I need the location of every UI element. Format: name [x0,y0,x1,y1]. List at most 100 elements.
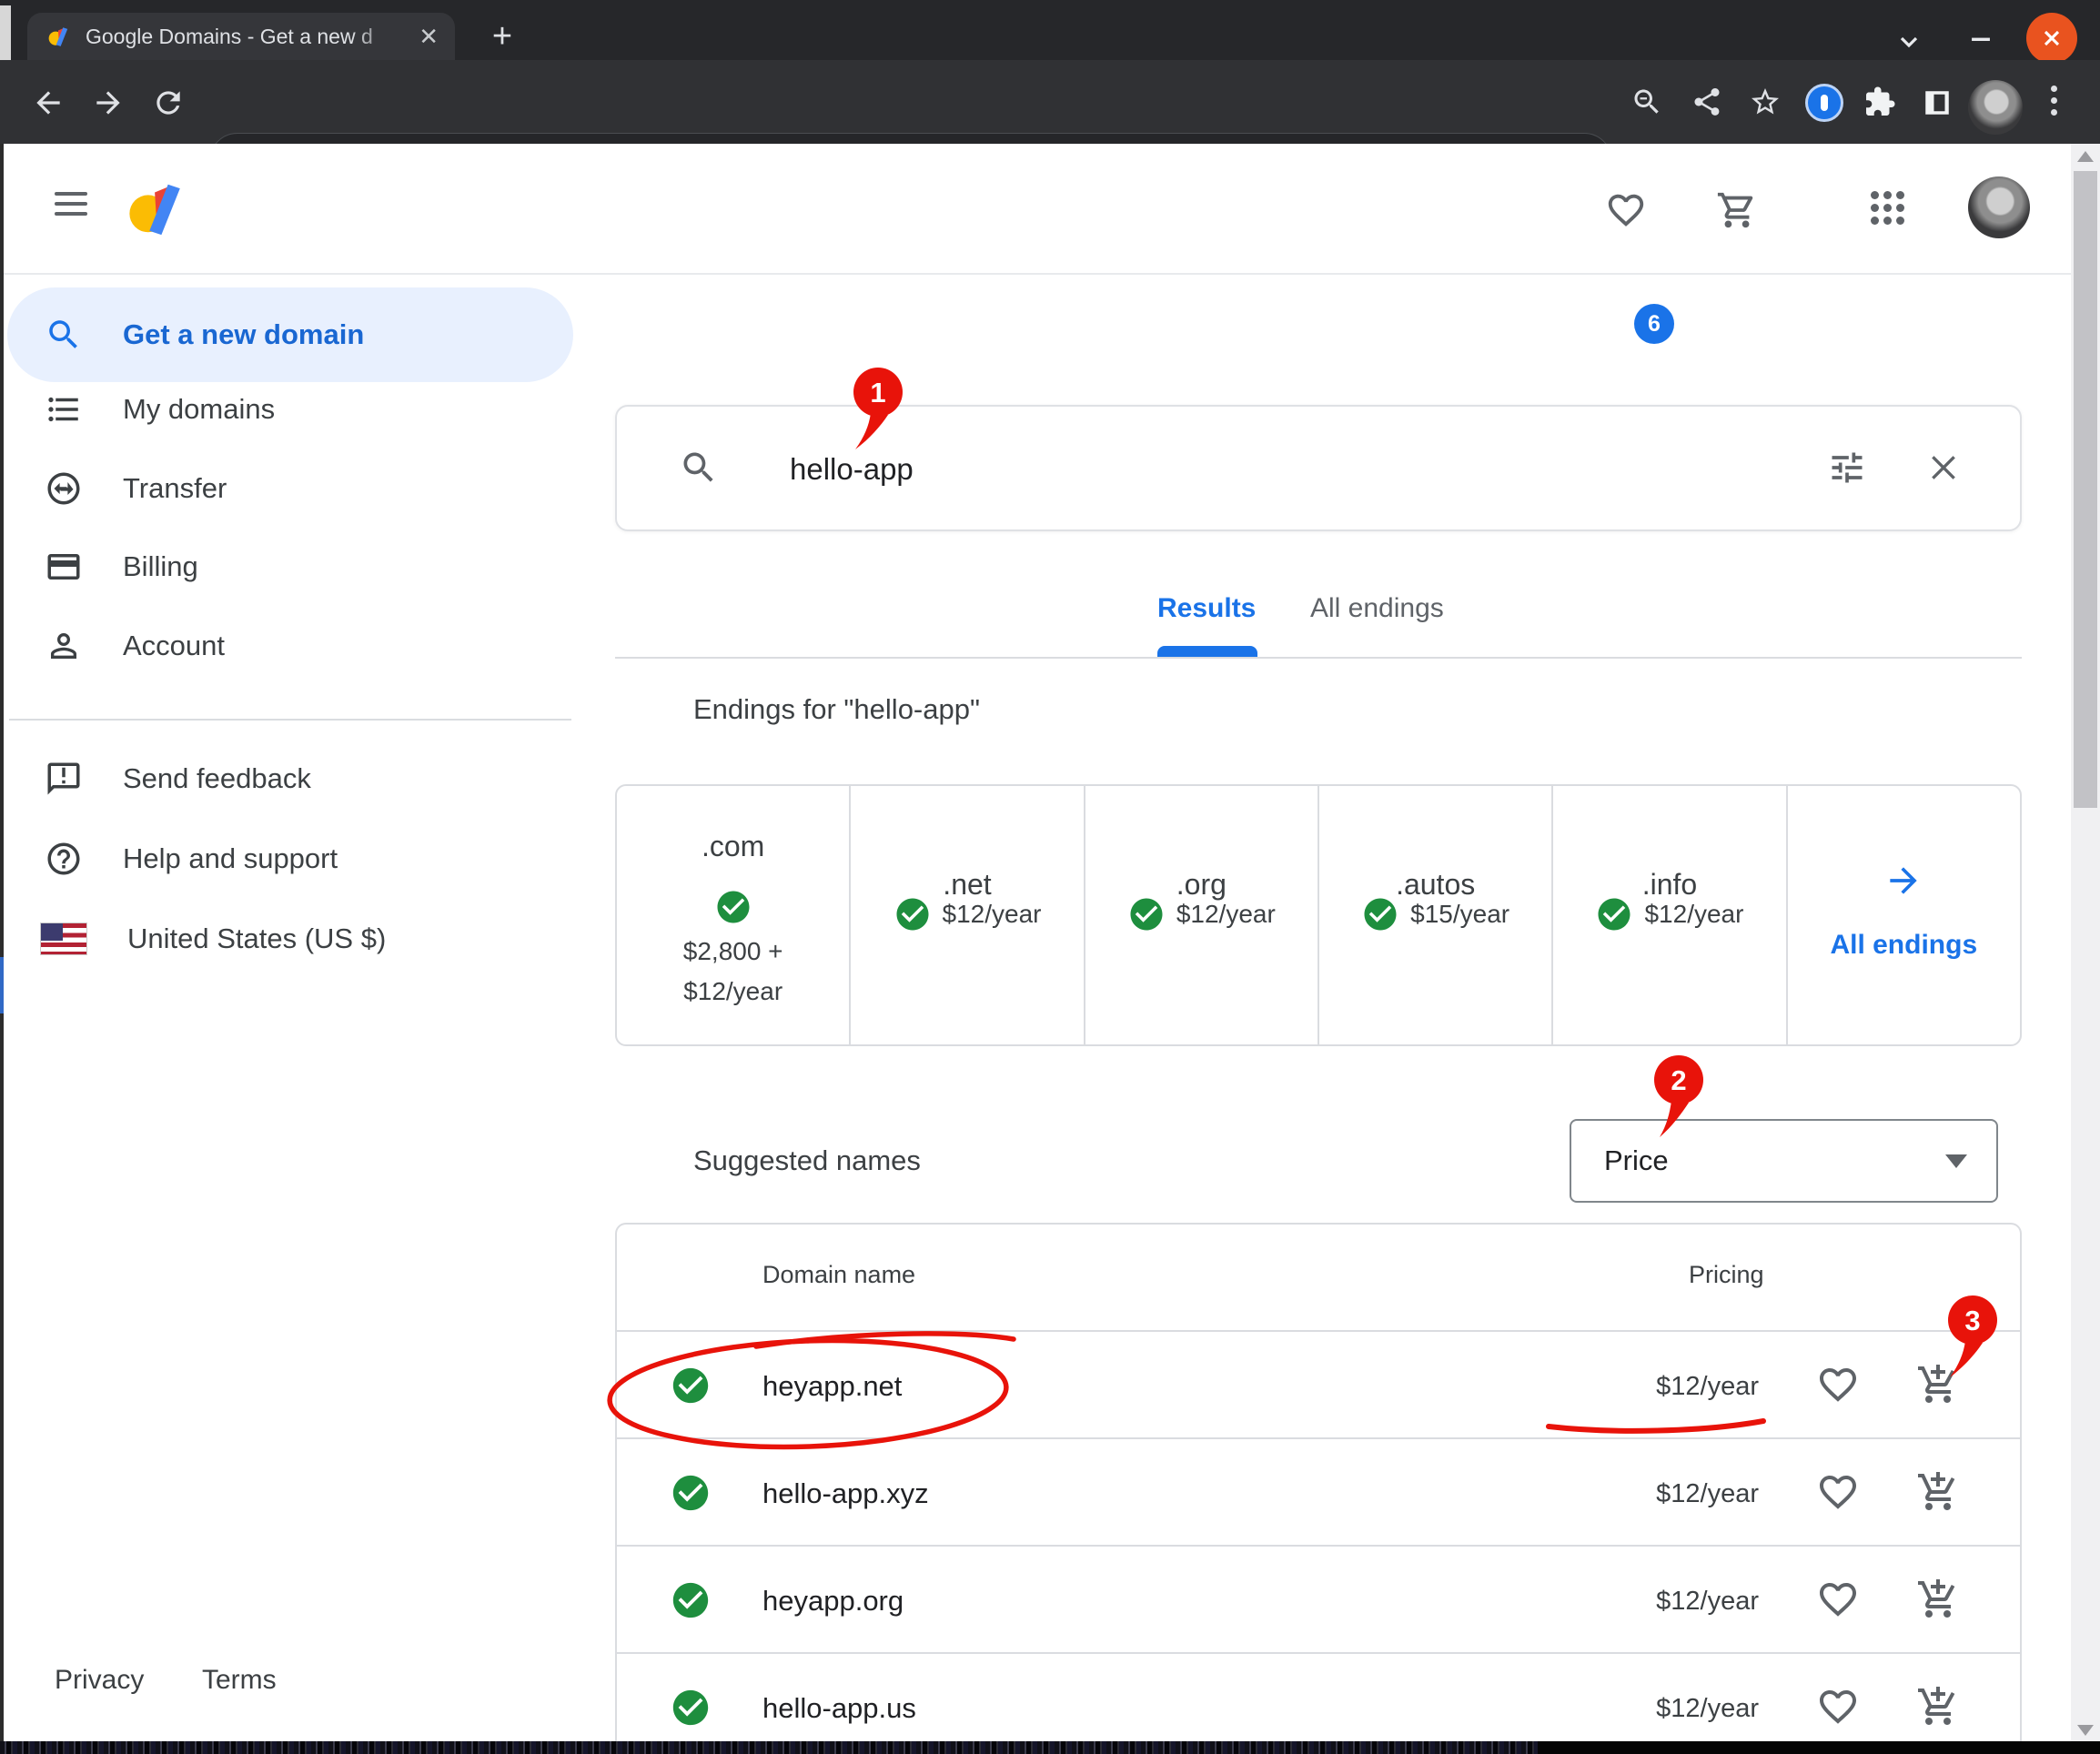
sidebar-item-label: Account [123,630,225,662]
sidebar-item-label: My domains [123,393,275,426]
password-manager-extension-icon[interactable] [1805,84,1843,122]
annotation-marker-1: 1 [848,368,908,457]
sidebar-item-account[interactable]: Account [0,606,573,686]
table-row-heyapp-org[interactable]: heyapp.org $12/year [617,1547,2020,1654]
browser-toolbar: domains.google.com/registrar/search?sear… [0,60,2100,144]
tabs-divider [615,657,2022,659]
privacy-link[interactable]: Privacy [55,1665,144,1696]
back-icon[interactable] [31,86,66,120]
favorite-heart-icon[interactable] [1816,1685,1860,1729]
add-to-cart-icon[interactable] [1916,1578,1960,1621]
scrollbar-thumb[interactable] [2074,171,2097,808]
credit-card-icon [45,548,83,586]
sidebar-item-billing[interactable]: Billing [0,527,573,607]
all-endings-label: All endings [1788,930,2020,961]
sidebar-item-send-feedback[interactable]: Send feedback [0,739,573,819]
sidebar-item-help-and-support[interactable]: Help and support [0,819,573,899]
domain-name: heyapp.org [762,1585,904,1618]
table-row-hello-app-us[interactable]: hello-app.us $12/year [617,1654,2020,1754]
favorite-heart-icon[interactable] [1816,1363,1860,1406]
zoom-out-icon[interactable] [1631,86,1663,118]
tld-price-line1: $2,800 + [617,937,849,966]
domain-price: $12/year [1656,1372,1759,1402]
all-endings-card[interactable]: All endings [1788,786,2020,1044]
sidebar-item-transfer[interactable]: Transfer [0,449,573,529]
clear-search-icon[interactable] [1925,449,1962,486]
share-icon[interactable] [1691,86,1723,118]
annotation-circle-heyapp-net [597,1321,1034,1467]
wishlist-heart-icon[interactable] [1605,189,1647,231]
sidebar-item-my-domains[interactable]: My domains [0,369,573,449]
tab-close-icon[interactable]: ✕ [419,25,439,48]
bookmark-star-icon[interactable] [1749,86,1782,118]
forward-icon[interactable] [91,86,126,120]
svg-text:1: 1 [870,377,885,408]
sidebar-divider [9,719,571,721]
person-icon [45,627,83,665]
table-header-row: Domain name Pricing [617,1225,2020,1332]
app-header: Google Domains 6 [0,144,2100,275]
tld-price-line2: $12/year [617,977,849,1006]
filter-tune-icon[interactable] [1827,448,1867,488]
favorite-heart-icon[interactable] [1816,1470,1860,1514]
domain-name: hello-app.us [762,1692,916,1725]
ending-card-org[interactable]: .org $12/year [1085,786,1319,1044]
annotation-underline-price [1540,1410,1772,1443]
ending-card-autos[interactable]: .autos $15/year [1319,786,1553,1044]
arrow-forward-icon [1883,861,1923,901]
side-panel-icon[interactable] [1922,87,1953,118]
reload-icon[interactable] [151,86,186,120]
account-avatar[interactable] [1968,176,2030,238]
hamburger-menu-icon[interactable] [55,186,87,222]
window-minimize-icon[interactable] [1965,24,1996,55]
tab-all-endings[interactable]: All endings [1310,593,1444,624]
sidebar-item-get-a-new-domain[interactable]: Get a new domain [0,295,573,375]
suggested-names-table: Domain name Pricing heyapp.net $12/year … [615,1223,2022,1754]
available-check-icon [670,1579,712,1621]
scrollbar-up-arrow[interactable] [2077,151,2094,162]
domain-search-input[interactable] [790,444,1609,495]
help-icon [45,840,83,878]
window-chevron-icon[interactable] [1894,27,1923,56]
transfer-icon [45,469,83,508]
available-check-icon [670,1687,712,1729]
domain-price: $12/year [1656,1694,1759,1724]
browser-tab[interactable]: Google Domains - Get a new d ✕ [27,13,455,60]
window-close-button[interactable] [2026,13,2077,64]
screen: Google Domains - Get a new d ✕ + domain [0,0,2100,1754]
add-to-cart-icon[interactable] [1916,1470,1960,1514]
domain-price: $12/year [1656,1479,1759,1509]
feedback-icon [45,760,83,798]
scrollbar-down-arrow[interactable] [2077,1725,2094,1736]
terms-link[interactable]: Terms [202,1665,277,1696]
sidebar-item-label: Help and support [123,842,338,875]
google-apps-grid-icon[interactable] [1871,191,1904,225]
us-flag-icon [40,922,87,955]
google-domains-logo-icon[interactable] [126,176,189,240]
new-tab-button[interactable]: + [484,20,520,53]
search-icon [45,316,83,354]
sidebar-item-label: Send feedback [123,762,311,795]
favorite-heart-icon[interactable] [1816,1578,1860,1621]
tab-results[interactable]: Results [1157,593,1256,624]
ending-card-net[interactable]: .net $12/year [851,786,1085,1044]
svg-text:2: 2 [1671,1064,1686,1096]
list-icon [45,390,83,428]
add-to-cart-icon[interactable] [1916,1685,1960,1729]
extensions-puzzle-icon[interactable] [1863,86,1896,118]
ending-card-info[interactable]: .info $12/year [1553,786,1787,1044]
sidebar-item-region-currency[interactable]: United States (US $) [0,899,573,979]
available-check-icon [670,1472,712,1514]
tld-price: $12/year [1176,900,1276,929]
cart-icon[interactable] [1716,189,1758,231]
column-header-pricing: Pricing [1689,1261,1764,1289]
searchbox-magnifier-icon [679,448,719,488]
browser-menu-icon[interactable] [2042,80,2065,135]
tld-price: $12/year [943,900,1042,929]
domain-name: hello-app.xyz [762,1477,929,1510]
annotation-marker-2: 2 [1649,1055,1709,1144]
domain-price: $12/year [1656,1587,1759,1617]
browser-profile-avatar[interactable] [1968,80,2023,135]
ending-card-com[interactable]: .com $2,800 + $12/year [617,786,851,1044]
sort-by-dropdown[interactable]: Price [1570,1119,1998,1203]
